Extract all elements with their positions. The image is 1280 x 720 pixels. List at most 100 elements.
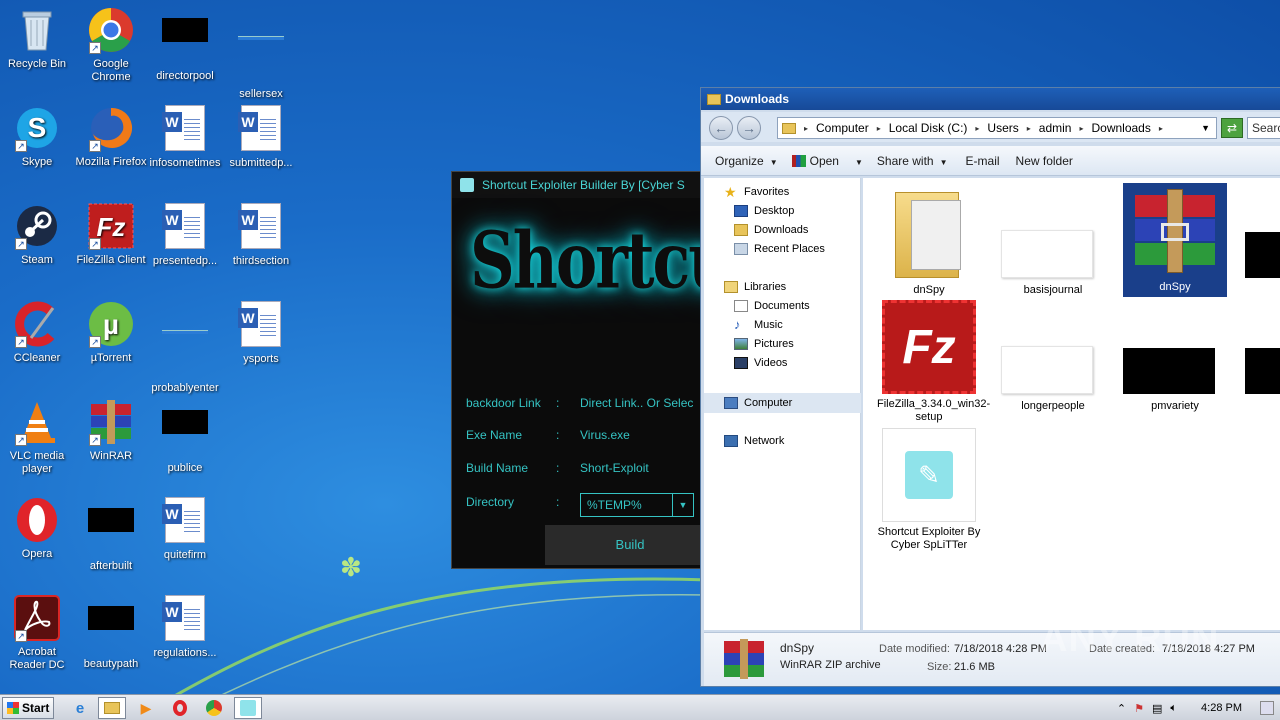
nav-videos[interactable]: Videos <box>734 357 787 369</box>
nav-libraries[interactable]: Libraries <box>724 281 786 293</box>
shortcut-arrow-icon: ↗ <box>89 42 101 54</box>
winrar-icon <box>722 639 766 679</box>
backdoor-link-input[interactable]: Direct Link.. Or Selec <box>580 396 693 410</box>
file-item-longerpeople[interactable]: longerpeople <box>1001 300 1105 413</box>
builder-title-bar[interactable]: Shortcut Exploiter Builder By [Cyber S <box>452 172 700 198</box>
breadcrumb-users[interactable]: Users <box>987 121 1018 135</box>
desktop-icon-recycle-bin[interactable]: Recycle Bin <box>0 6 74 71</box>
desktop-icon-filezilla[interactable]: Fz ↗ FileZilla Client <box>74 202 148 267</box>
open-button[interactable]: Open <box>791 154 839 168</box>
desktop-icon-firefox[interactable]: ↗ Mozilla Firefox <box>74 104 148 169</box>
directory-select[interactable]: %TEMP% ▼ <box>580 493 694 517</box>
desktop-icon-afterbuilt[interactable]: afterbuilt <box>74 496 148 573</box>
breadcrumb-local-disk[interactable]: Local Disk (C:) <box>889 121 968 135</box>
file-item-shortcut-exploiter[interactable]: ✎ Shortcut Exploiter By Cyber SpLiTTer <box>877 428 981 552</box>
breadcrumb-admin[interactable]: admin <box>1039 121 1072 135</box>
nav-downloads[interactable]: Downloads <box>734 224 808 236</box>
build-name-input[interactable]: Short-Exploit <box>580 461 649 475</box>
taskbar-opera[interactable] <box>166 697 194 719</box>
nav-music[interactable]: ♪ Music <box>734 318 783 331</box>
file-item-basisjournal[interactable]: basisjournal <box>1001 184 1105 297</box>
desktop-icon-submittedp[interactable]: submittedp... <box>224 104 298 170</box>
exe-name-input[interactable]: Virus.exe <box>580 428 630 442</box>
desktop-icon-steam[interactable]: ↗ Steam <box>0 202 74 267</box>
desktop-icon-skype[interactable]: S ↗ Skype <box>0 104 74 169</box>
desktop-icon-beautypath[interactable]: beautypath <box>74 594 148 671</box>
nav-favorites[interactable]: ★ Favorites <box>724 185 789 199</box>
desktop-icon-sellersex[interactable]: sellersex <box>224 6 298 101</box>
desktop-icon-quitefirm[interactable]: quitefirm <box>148 496 222 562</box>
start-button[interactable]: Start <box>2 697 54 719</box>
nav-documents[interactable]: Documents <box>734 300 810 312</box>
breadcrumb-computer[interactable]: Computer <box>816 121 869 135</box>
desktop-icon-ysports[interactable]: ysports <box>224 300 298 366</box>
file-item-dnspy-folder[interactable]: dnSpy <box>877 184 981 297</box>
desktop-icon-ccleaner[interactable]: ↗ CCleaner <box>0 300 74 365</box>
build-button[interactable]: Build <box>545 525 700 565</box>
explorer-title-bar[interactable]: Downloads <box>701 88 1280 110</box>
flag-icon[interactable]: ⚑ <box>1134 702 1144 715</box>
desktop-icon-google-chrome[interactable]: ↗ Google Chrome <box>74 6 148 84</box>
refresh-button[interactable]: ⇄ <box>1221 118 1243 138</box>
speaker-icon[interactable]: 🔈︎ <box>1170 702 1177 715</box>
blank-file-icon <box>161 330 209 378</box>
taskbar-shortcut-builder[interactable] <box>234 697 262 719</box>
desktop-icon-presentedp[interactable]: presentedp... <box>148 202 222 268</box>
file-name: basisjournal <box>1023 284 1083 296</box>
chevron-up-icon[interactable]: ⌃ <box>1117 702 1126 715</box>
word-document-icon <box>161 595 209 643</box>
desktop-icon-opera[interactable]: Opera <box>0 496 74 561</box>
filezilla-icon: Fz ↗ <box>87 202 135 250</box>
new-folder-button[interactable]: New folder <box>1016 154 1073 168</box>
nav-recent-places[interactable]: Recent Places <box>734 243 825 255</box>
desktop-icon-label: sellersex <box>239 88 283 100</box>
back-button[interactable]: ← <box>709 116 733 140</box>
desktop-icon-publice[interactable]: publice <box>148 398 222 475</box>
explorer-window-downloads[interactable]: Downloads ← → ▸ Computer ▸ Local Disk (C… <box>700 87 1280 687</box>
search-input[interactable]: Searc <box>1247 117 1280 139</box>
file-item-pra[interactable]: pra <box>1245 300 1280 413</box>
desktop-icon-utorrent[interactable]: µ ↗ µTorrent <box>74 300 148 365</box>
forward-button[interactable]: → <box>737 116 761 140</box>
desktop-icon-vlc[interactable]: ↗ VLC media player <box>0 398 74 476</box>
email-button[interactable]: E-mail <box>966 154 1000 168</box>
nav-network[interactable]: Network <box>724 435 784 447</box>
address-bar[interactable]: ▸ Computer ▸ Local Disk (C:) ▸ Users ▸ a… <box>777 117 1217 139</box>
file-item-dnspy-archive[interactable]: dnSpy <box>1123 183 1227 297</box>
desktop-icon-infosometimes[interactable]: infosometimes <box>148 104 222 170</box>
share-with-button[interactable]: Share with ▼ <box>877 154 948 168</box>
taskbar-explorer[interactable] <box>98 697 126 719</box>
open-dropdown[interactable]: ▼ <box>849 154 863 168</box>
taskbar-media-player[interactable]: ▶ <box>132 697 160 719</box>
desktop-icon-thirdsection[interactable]: thirdsection <box>224 202 298 268</box>
file-item-pmvariety[interactable]: pmvariety <box>1123 300 1227 413</box>
desktop-icon-label: directorpool <box>156 70 214 82</box>
details-file-type: WinRAR ZIP archive <box>780 659 881 671</box>
desktop-icon-probablyenter[interactable]: probablyenter <box>148 300 222 395</box>
show-desktop-button[interactable] <box>1260 701 1274 715</box>
desktop-icon-label: Google Chrome <box>91 58 131 83</box>
nav-computer[interactable]: Computer <box>724 397 792 409</box>
desktop-icon-acrobat[interactable]: ↗ Acrobat Reader DC <box>0 594 74 672</box>
app-icon: ✎ <box>882 428 976 522</box>
desktop-icon-label: Recycle Bin <box>7 58 67 70</box>
desktop-icon-winrar[interactable]: ↗ WinRAR <box>74 398 148 463</box>
nav-desktop[interactable]: Desktop <box>734 205 794 217</box>
breadcrumb-downloads[interactable]: Downloads <box>1091 121 1150 135</box>
file-item-filezilla-setup[interactable]: Fz FileZilla_3.34.0_win32-setup <box>877 300 990 424</box>
nav-pictures[interactable]: Pictures <box>734 338 794 350</box>
taskbar-internet-explorer[interactable]: e <box>66 697 94 719</box>
organize-button[interactable]: Organize ▼ <box>715 154 778 168</box>
winrar-icon <box>1129 189 1221 273</box>
chevron-down-icon[interactable]: ▼ <box>673 494 693 516</box>
shortcut-arrow-icon: ↗ <box>15 336 27 348</box>
taskbar-chrome[interactable] <box>200 697 228 719</box>
desktop-icon-regulations[interactable]: regulations... <box>148 594 222 660</box>
desktop-icon-directorpool[interactable]: directorpool <box>148 6 222 83</box>
file-item-featu[interactable]: featu <box>1245 184 1280 297</box>
shortcut-exploiter-builder-window[interactable]: Shortcut Exploiter Builder By [Cyber S S… <box>451 171 701 569</box>
chevron-down-icon[interactable]: ▼ <box>1201 123 1210 133</box>
clock[interactable]: 4:28 PM <box>1201 702 1242 714</box>
network-icon[interactable]: ▤ <box>1152 702 1162 715</box>
window-title: Downloads <box>725 92 790 106</box>
